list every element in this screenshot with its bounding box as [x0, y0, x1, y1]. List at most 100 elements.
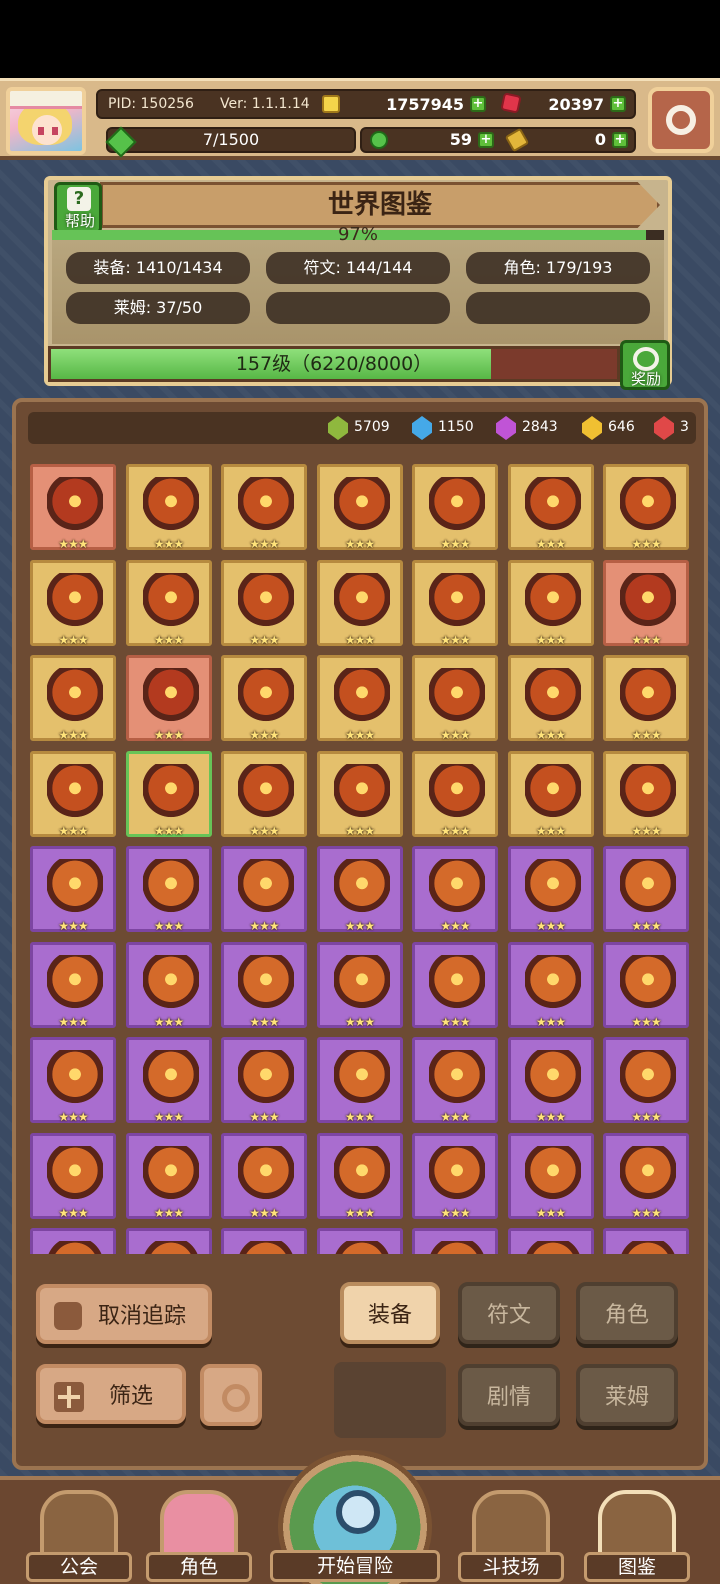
star-rating: ★★★ — [249, 1110, 279, 1124]
item-slot[interactable]: ★★★ — [507, 559, 594, 647]
item-slot[interactable]: ★★★ — [603, 750, 689, 838]
item-slot[interactable]: ★★★ — [221, 464, 307, 551]
item-grid[interactable]: ★★★ ★★★ ★★★ ★★★ ★★★ ★★★ ★★★ ★★★ ★★★ ★★★ ★★★ ★★★ ★★★ ★… — [30, 464, 700, 1254]
item-slot[interactable]: ★★★ — [412, 1037, 498, 1124]
item-slot[interactable]: ★★★ — [221, 750, 307, 838]
item-slot[interactable]: ★★★ — [221, 655, 307, 742]
item-slot[interactable]: ★★★ — [30, 1228, 116, 1254]
item-slot[interactable]: ★★★ — [30, 464, 116, 551]
item-slot[interactable]: ★★★ — [603, 1132, 689, 1220]
settings-gear-button[interactable] — [648, 87, 714, 153]
item-slot[interactable]: ★★★ — [507, 750, 594, 838]
item-slot[interactable]: ★★★ — [30, 750, 116, 838]
item-slot[interactable]: ★★★ — [412, 1228, 498, 1254]
item-icon — [429, 1145, 485, 1200]
item-slot[interactable]: ★★★ — [507, 655, 594, 742]
star-rating: ★★★ — [58, 728, 88, 742]
nav-arena[interactable]: 斗技场 — [458, 1490, 564, 1582]
item-slot[interactable]: ★★★ — [125, 1228, 212, 1254]
add-gem-button[interactable]: + — [610, 96, 626, 112]
reward-button[interactable]: 奖励 — [620, 340, 670, 390]
item-slot[interactable]: ★★★ — [507, 846, 594, 933]
nav-character-label: 角色 — [146, 1552, 252, 1582]
item-slot[interactable]: ★★★ — [316, 1037, 403, 1124]
item-slot[interactable]: ★★★ — [221, 1228, 307, 1254]
star-rating: ★★★ — [344, 1014, 375, 1029]
tab-equipment[interactable]: 装备 — [340, 1282, 440, 1344]
item-slot[interactable]: ★★★ — [316, 1132, 403, 1220]
item-slot[interactable]: ★★★ — [221, 1037, 307, 1124]
item-slot[interactable]: ★★★ — [125, 1037, 212, 1124]
item-icon — [47, 477, 103, 531]
item-slot[interactable]: ★★★ — [125, 750, 212, 838]
item-slot[interactable]: ★★★ — [125, 655, 212, 742]
nav-character[interactable]: 角色 — [146, 1490, 252, 1582]
star-rating: ★★★ — [249, 537, 279, 551]
start-adventure-button[interactable]: 开始冒险 — [270, 1450, 440, 1584]
item-slot[interactable]: ★★★ — [603, 1037, 689, 1124]
tab-slimes[interactable]: 莱姆 — [576, 1364, 678, 1426]
item-slot[interactable]: ★★★ — [316, 1228, 403, 1254]
item-slot[interactable]: ★★★ — [507, 1037, 594, 1124]
nav-guild[interactable]: 公会 — [26, 1490, 132, 1582]
tab-story[interactable]: 剧情 — [458, 1364, 560, 1426]
item-slot[interactable]: ★★★ — [507, 464, 594, 551]
essence-gem-icon — [328, 416, 348, 440]
item-slot[interactable]: ★★★ — [603, 464, 689, 551]
item-slot[interactable]: ★★★ — [30, 941, 116, 1029]
item-slot[interactable]: ★★★ — [221, 1132, 307, 1220]
star-rating: ★★★ — [344, 823, 375, 838]
world-atlas-panel: 世界图鉴 ? 帮助 97% 装备: 1410/1434 符文: 144/144 … — [44, 176, 672, 390]
star-rating: ★★★ — [153, 1014, 184, 1029]
item-slot[interactable]: ★★★ — [603, 941, 689, 1029]
item-slot[interactable]: ★★★ — [316, 655, 403, 742]
item-slot[interactable]: ★★★ — [30, 1037, 116, 1124]
item-slot[interactable]: ★★★ — [412, 464, 498, 551]
item-slot[interactable]: ★★★ — [30, 559, 116, 647]
item-slot[interactable]: ★★★ — [412, 941, 498, 1029]
stat-equipment: 装备: 1410/1434 — [66, 252, 250, 284]
item-slot[interactable]: ★★★ — [125, 464, 212, 551]
add-gold-button[interactable]: + — [470, 96, 486, 112]
add-key-button[interactable]: + — [612, 132, 628, 148]
nav-atlas[interactable]: 图鉴 — [584, 1490, 690, 1582]
item-slot[interactable]: ★★★ — [125, 1132, 212, 1220]
item-slot[interactable]: ★★★ — [603, 559, 689, 647]
item-slot[interactable]: ★★★ — [125, 941, 212, 1029]
item-slot[interactable]: ★★★ — [316, 559, 403, 647]
item-slot[interactable]: ★★★ — [316, 750, 403, 838]
item-slot[interactable]: ★★★ — [412, 559, 498, 647]
item-slot[interactable]: ★★★ — [412, 846, 498, 933]
untrack-button[interactable]: 取消追踪 — [36, 1284, 212, 1344]
item-slot[interactable]: ★★★ — [603, 846, 689, 933]
item-slot[interactable]: ★★★ — [412, 655, 498, 742]
item-slot[interactable]: ★★★ — [316, 464, 403, 551]
player-avatar[interactable] — [6, 87, 86, 155]
item-slot[interactable]: ★★★ — [30, 655, 116, 742]
item-slot[interactable]: ★★★ — [507, 1132, 594, 1220]
item-slot[interactable]: ★★★ — [125, 559, 212, 647]
tab-characters[interactable]: 角色 — [576, 1282, 678, 1344]
item-icon — [142, 572, 199, 627]
item-icon — [238, 572, 294, 627]
item-slot[interactable]: ★★★ — [125, 846, 212, 933]
item-slot[interactable]: ★★★ — [221, 941, 307, 1029]
item-slot[interactable]: ★★★ — [30, 1132, 116, 1220]
tab-runes[interactable]: 符文 — [458, 1282, 560, 1344]
item-slot[interactable]: ★★★ — [603, 1228, 689, 1254]
star-rating: ★★★ — [153, 1110, 184, 1124]
reset-filter-button[interactable] — [200, 1364, 262, 1426]
item-slot[interactable]: ★★★ — [221, 846, 307, 933]
item-slot[interactable]: ★★★ — [507, 1228, 594, 1254]
item-slot[interactable]: ★★★ — [412, 750, 498, 838]
filter-button[interactable]: 筛选 — [36, 1364, 186, 1424]
add-clover-button[interactable]: + — [478, 132, 494, 148]
item-slot[interactable]: ★★★ — [221, 559, 307, 647]
item-slot[interactable]: ★★★ — [507, 941, 594, 1029]
item-slot[interactable]: ★★★ — [603, 655, 689, 742]
item-slot[interactable]: ★★★ — [412, 1132, 498, 1220]
item-slot[interactable]: ★★★ — [30, 846, 116, 933]
item-slot[interactable]: ★★★ — [316, 941, 403, 1029]
nav-guild-label: 公会 — [26, 1552, 132, 1582]
item-slot[interactable]: ★★★ — [316, 846, 403, 933]
